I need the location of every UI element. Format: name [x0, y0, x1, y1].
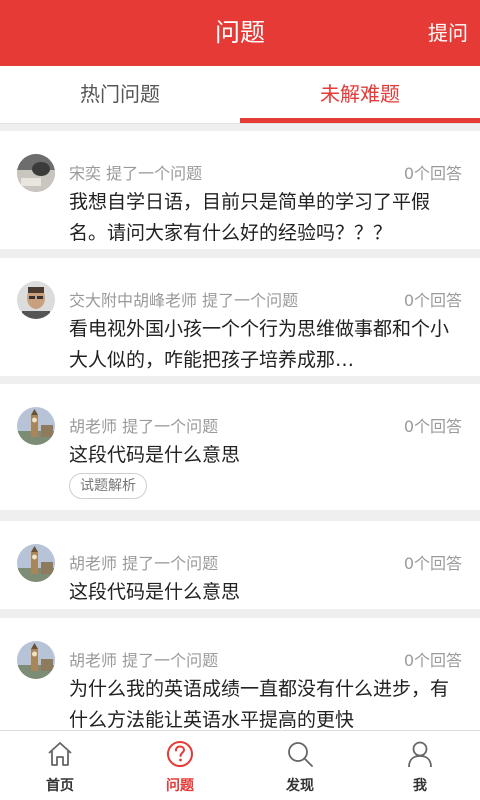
author-name[interactable]: 交大附中胡峰老师 — [69, 291, 197, 310]
question-text[interactable]: 这段代码是什么意思 — [69, 440, 465, 471]
answer-count: 0个回答 — [403, 291, 462, 310]
app-header: 问题 提问 — [0, 0, 480, 66]
question-meta: 胡老师 提了一个问题 — [69, 647, 218, 671]
answer-count: 0个回答 — [403, 164, 462, 183]
page-title: 问题 — [214, 18, 265, 47]
home-icon — [48, 742, 72, 766]
author-name[interactable]: 胡老师 — [69, 651, 117, 670]
question-card[interactable]: 胡老师 提了一个问题 0个回答 为什么我的英语成绩一直都没有什么进步，有什么方法… — [0, 618, 480, 730]
nav-me[interactable]: 我 — [360, 731, 480, 800]
desk-photo-avatar[interactable] — [17, 154, 55, 192]
question-text[interactable]: 我想自学日语，目前只是简单的学习了平假名。请问大家有什么好的经验吗？？？ — [69, 187, 465, 249]
author-name[interactable]: 宋奕 — [69, 164, 101, 183]
action-text: 提了一个问题 — [202, 291, 299, 310]
author-name[interactable]: 胡老师 — [69, 554, 117, 573]
action-text: 提了一个问题 — [122, 651, 219, 670]
question-card[interactable]: 宋奕 提了一个问题 0个回答 我想自学日语，目前只是简单的学习了平假名。请问大家… — [0, 131, 480, 249]
bottom-nav: 首页 问题 发现 我 — [0, 730, 480, 800]
question-circle-icon — [167, 741, 193, 767]
ask-question-button[interactable]: 提问 — [428, 0, 468, 66]
nav-label: 我 — [413, 778, 427, 794]
action-text: 提了一个问题 — [122, 554, 219, 573]
question-tag[interactable]: 试题解析 — [69, 473, 147, 499]
nav-discover[interactable]: 发现 — [240, 731, 360, 800]
man-portrait-avatar[interactable] — [17, 281, 55, 319]
question-text[interactable]: 看电视外国小孩一个个行为思维做事都和个小大人似的，咋能把孩子培养成那… — [69, 314, 465, 376]
tab-unsolved-questions[interactable]: 未解难题 — [240, 66, 480, 123]
answer-count: 0个回答 — [403, 554, 462, 573]
action-text: 提了一个问题 — [122, 417, 219, 436]
nav-label: 首页 — [46, 778, 74, 794]
nav-label: 发现 — [286, 778, 314, 794]
search-icon — [288, 742, 313, 767]
nav-home[interactable]: 首页 — [0, 731, 120, 800]
answer-count: 0个回答 — [403, 651, 462, 670]
question-meta: 胡老师 提了一个问题 — [69, 413, 218, 437]
big-ben-avatar[interactable] — [17, 544, 55, 582]
nav-label: 问题 — [166, 778, 194, 794]
question-card[interactable]: 胡老师 提了一个问题 0个回答 这段代码是什么意思 — [0, 521, 480, 609]
big-ben-avatar[interactable] — [17, 641, 55, 679]
question-card[interactable]: 胡老师 提了一个问题 0个回答 这段代码是什么意思 试题解析 — [0, 384, 480, 510]
nav-questions[interactable]: 问题 — [120, 731, 240, 800]
question-meta: 胡老师 提了一个问题 — [69, 550, 218, 574]
question-text[interactable]: 为什么我的英语成绩一直都没有什么进步，有什么方法能让英语水平提高的更快 — [69, 674, 465, 730]
tab-bar: 热门问题 未解难题 — [0, 66, 480, 124]
big-ben-avatar[interactable] — [17, 407, 55, 445]
tab-hot-questions[interactable]: 热门问题 — [0, 66, 240, 123]
question-meta: 交大附中胡峰老师 提了一个问题 — [69, 287, 298, 311]
question-card[interactable]: 交大附中胡峰老师 提了一个问题 0个回答 看电视外国小孩一个个行为思维做事都和个… — [0, 258, 480, 376]
action-text: 提了一个问题 — [106, 164, 203, 183]
answer-count: 0个回答 — [403, 417, 462, 436]
question-text[interactable]: 这段代码是什么意思 — [69, 577, 465, 608]
person-icon — [408, 741, 432, 768]
question-list[interactable]: 宋奕 提了一个问题 0个回答 我想自学日语，目前只是简单的学习了平假名。请问大家… — [0, 123, 480, 730]
author-name[interactable]: 胡老师 — [69, 417, 117, 436]
question-meta: 宋奕 提了一个问题 — [69, 160, 202, 184]
